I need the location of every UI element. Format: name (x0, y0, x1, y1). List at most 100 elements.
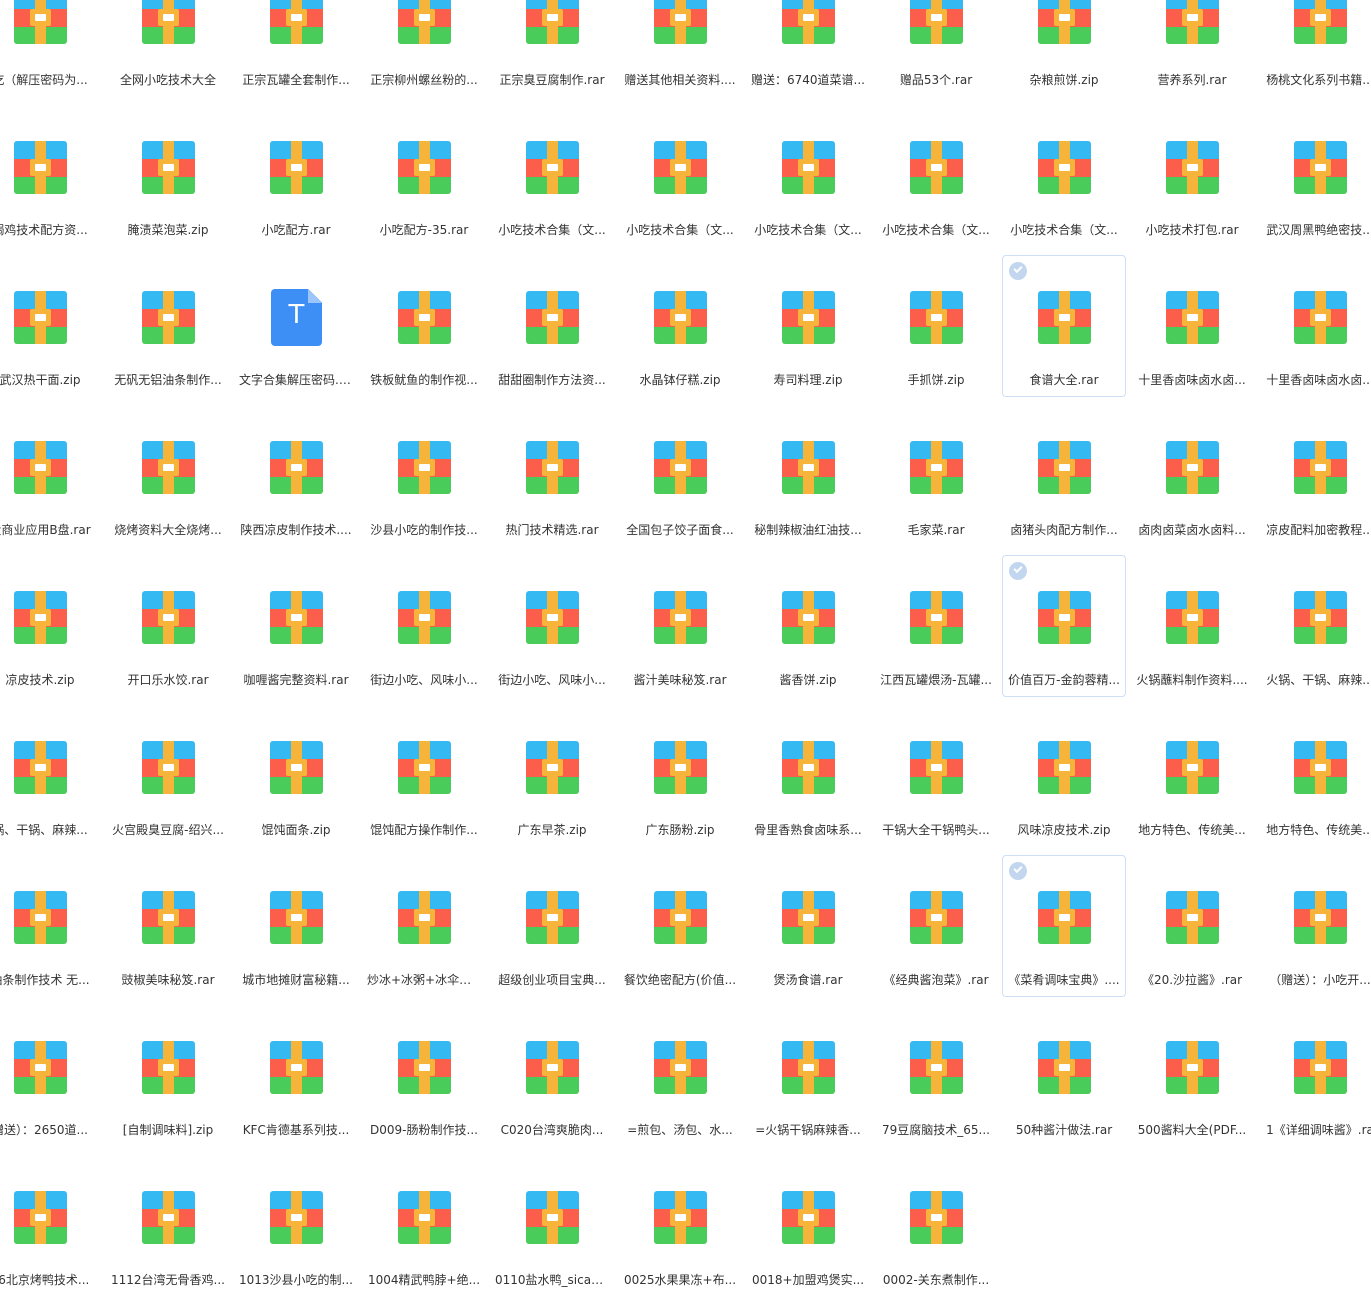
file-item[interactable]: 陕西凉皮制作技术.... (234, 405, 358, 547)
file-item[interactable]: 油条制作技术 无... (0, 855, 102, 997)
file-item[interactable]: 营养系列.rar (1130, 0, 1254, 97)
file-item[interactable]: 79豆腐脑技术_65... (874, 1005, 998, 1147)
file-item[interactable]: （赠送）：小吃开... (1258, 855, 1371, 997)
file-item[interactable]: 0110盐水鸭_sican... (490, 1155, 614, 1297)
file-item[interactable]: 赠送）：2650道... (0, 1005, 102, 1147)
file-item[interactable]: 《菜肴调味宝典》.... (1002, 855, 1126, 997)
file-item[interactable]: 酱香饼.zip (746, 555, 870, 697)
file-item[interactable]: 06北京烤鸭技术... (0, 1155, 102, 1297)
file-item[interactable]: 咖喱酱完整资料.rar (234, 555, 358, 697)
file-item[interactable]: 热门技术精选.rar (490, 405, 614, 547)
file-item[interactable]: 干锅大全干锅鸭头... (874, 705, 998, 847)
file-item[interactable]: 价值百万-金韵蓉精... (1002, 555, 1126, 697)
file-item[interactable]: 风味凉皮技术.zip (1002, 705, 1126, 847)
file-item[interactable]: 全国包子饺子面食... (618, 405, 742, 547)
file-item[interactable]: 手抓饼.zip (874, 255, 998, 397)
file-item[interactable]: 小吃技术合集（文... (618, 105, 742, 247)
file-item[interactable]: 全网小吃技术大全 (106, 0, 230, 97)
file-item[interactable]: 正宗柳州螺丝粉的... (362, 0, 486, 97)
file-item[interactable]: 0025水果果冻+布... (618, 1155, 742, 1297)
file-item[interactable]: 城市地摊财富秘籍... (234, 855, 358, 997)
file-item[interactable]: 吃（解压密码为... (0, 0, 102, 97)
file-item[interactable]: 卤猪头肉配方制作... (1002, 405, 1126, 547)
file-item[interactable]: 腌渍菜泡菜.zip (106, 105, 230, 247)
file-item[interactable]: 小吃技术合集（文... (746, 105, 870, 247)
file-item[interactable]: 酱汁美味秘笈.rar (618, 555, 742, 697)
file-item[interactable]: 小吃技术合集（文... (1002, 105, 1126, 247)
file-item[interactable]: 十里香卤味卤水卤... (1258, 255, 1371, 397)
file-item[interactable]: 江西瓦罐煨汤-瓦罐... (874, 555, 998, 697)
file-item[interactable]: 焗鸡技术配方资... (0, 105, 102, 247)
file-item[interactable]: 小吃技术合集（文... (874, 105, 998, 247)
file-item[interactable]: 小吃配方.rar (234, 105, 358, 247)
file-item[interactable]: 杂粮煎饼.zip (1002, 0, 1126, 97)
file-item[interactable]: 广东早茶.zip (490, 705, 614, 847)
file-item[interactable]: 超级创业项目宝典... (490, 855, 614, 997)
file-item[interactable]: 正宗瓦罐全套制作... (234, 0, 358, 97)
file-item[interactable]: 铁板鱿鱼的制作视... (362, 255, 486, 397)
selection-check-icon[interactable] (1009, 262, 1027, 280)
file-item[interactable]: 十里香卤味卤水卤... (1130, 255, 1254, 397)
file-item[interactable]: 火锅、干锅、麻辣... (1258, 555, 1371, 697)
file-item[interactable]: D009-肠粉制作技... (362, 1005, 486, 1147)
file-item[interactable]: 小吃技术合集（文... (490, 105, 614, 247)
file-item[interactable]: 赠送：6740道菜谱... (746, 0, 870, 97)
file-item[interactable]: 街边小吃、风味小... (362, 555, 486, 697)
file-item[interactable]: 凉皮配料加密教程... (1258, 405, 1371, 547)
file-item[interactable]: 无矾无铝油条制作... (106, 255, 230, 397)
file-item[interactable]: 火锅蘸料制作资料.... (1130, 555, 1254, 697)
file-item[interactable]: 杨桃文化系列书籍... (1258, 0, 1371, 97)
file-item[interactable]: 武汉周黑鸭绝密技... (1258, 105, 1371, 247)
archive-icon (654, 141, 707, 194)
file-item[interactable]: 食谱大全.rar (1002, 255, 1126, 397)
file-item[interactable]: 1004精武鸭脖+绝... (362, 1155, 486, 1297)
file-item[interactable]: 《经典酱泡菜》.rar (874, 855, 998, 997)
file-item[interactable]: 秘制辣椒油红油技... (746, 405, 870, 547)
file-item[interactable]: [自制调味料].zip (106, 1005, 230, 1147)
file-item[interactable]: 馄饨配方操作制作... (362, 705, 486, 847)
file-item[interactable]: 豉椒美味秘笈.rar (106, 855, 230, 997)
file-item[interactable]: 餐饮绝密配方(价值... (618, 855, 742, 997)
file-item[interactable]: 正宗臭豆腐制作.rar (490, 0, 614, 97)
file-item[interactable]: 大商业应用B盘.rar (0, 405, 102, 547)
file-item[interactable]: 毛家菜.rar (874, 405, 998, 547)
file-item[interactable]: 寿司料理.zip (746, 255, 870, 397)
file-item[interactable]: 赠品53个.rar (874, 0, 998, 97)
file-item[interactable]: 50种酱汁做法.rar (1002, 1005, 1126, 1147)
file-item[interactable]: 沙县小吃的制作技... (362, 405, 486, 547)
file-item[interactable]: 煲汤食谱.rar (746, 855, 870, 997)
file-item[interactable]: 赠送其他相关资料.... (618, 0, 742, 97)
file-item[interactable]: 小吃技术打包.rar (1130, 105, 1254, 247)
file-item[interactable]: 水晶钵仔糕.zip (618, 255, 742, 397)
file-item[interactable]: 小吃配方-35.rar (362, 105, 486, 247)
file-item[interactable]: =煎包、汤包、水... (618, 1005, 742, 1147)
file-item[interactable]: 街边小吃、风味小... (490, 555, 614, 697)
file-item[interactable]: 凉皮技术.zip (0, 555, 102, 697)
file-item[interactable]: 1013沙县小吃的制... (234, 1155, 358, 1297)
file-item[interactable]: 广东肠粉.zip (618, 705, 742, 847)
file-item[interactable]: 炒冰+冰粥+冰伞嫩... (362, 855, 486, 997)
file-item[interactable]: 地方特色、传统美... (1258, 705, 1371, 847)
file-item[interactable]: 锅、干锅、麻辣... (0, 705, 102, 847)
file-item[interactable]: =火锅干锅麻辣香... (746, 1005, 870, 1147)
file-item[interactable]: 烧烤资料大全烧烤... (106, 405, 230, 547)
file-item[interactable]: 0018+加盟鸡煲实... (746, 1155, 870, 1297)
selection-check-icon[interactable] (1009, 862, 1027, 880)
selection-check-icon[interactable] (1009, 562, 1027, 580)
file-item[interactable]: 卤肉卤菜卤水卤料... (1130, 405, 1254, 547)
file-item[interactable]: 0002-关东煮制作... (874, 1155, 998, 1297)
file-item[interactable]: T 文字合集解压密码.txt (234, 255, 358, 397)
file-item[interactable]: 《20.沙拉酱》.rar (1130, 855, 1254, 997)
file-item[interactable]: 1112台湾无骨香鸡... (106, 1155, 230, 1297)
file-item[interactable]: 开口乐水饺.rar (106, 555, 230, 697)
file-item[interactable]: 馄饨面条.zip (234, 705, 358, 847)
file-item[interactable]: 火宫殿臭豆腐-绍兴... (106, 705, 230, 847)
file-item[interactable]: 地方特色、传统美... (1130, 705, 1254, 847)
file-item[interactable]: 500酱料大全(PDF... (1130, 1005, 1254, 1147)
file-item[interactable]: C020台湾爽脆肉... (490, 1005, 614, 1147)
file-item[interactable]: 骨里香熟食卤味系... (746, 705, 870, 847)
file-item[interactable]: 1《详细调味酱》.ra (1258, 1005, 1371, 1147)
file-item[interactable]: KFC肯德基系列技... (234, 1005, 358, 1147)
file-item[interactable]: 武汉热干面.zip (0, 255, 102, 397)
file-item[interactable]: 甜甜圈制作方法资... (490, 255, 614, 397)
